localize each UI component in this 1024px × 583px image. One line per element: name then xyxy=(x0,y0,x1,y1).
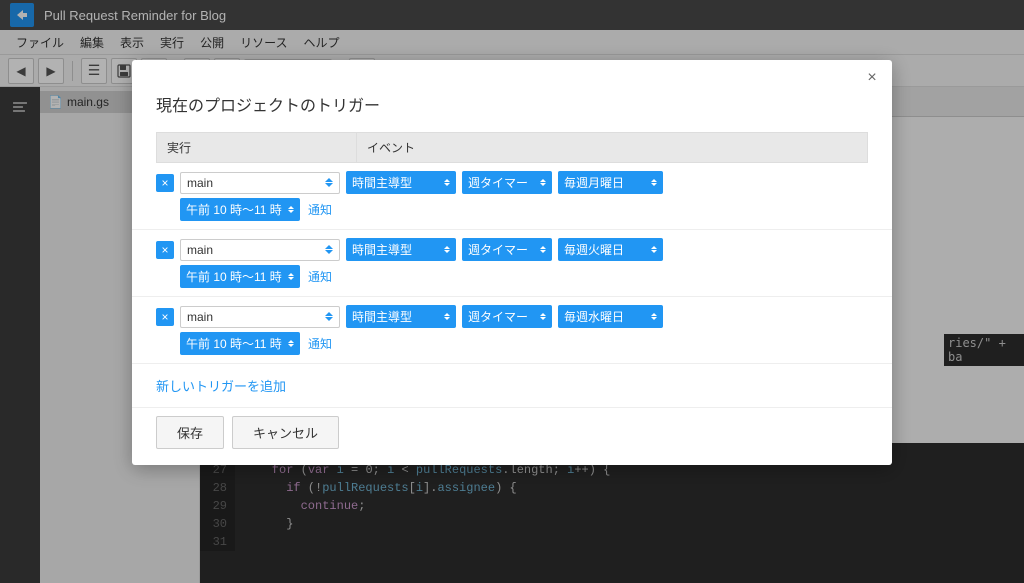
modal-header: × xyxy=(132,60,892,88)
table-header-row: 実行 イベント xyxy=(157,133,868,163)
trigger-1-function-select[interactable]: main xyxy=(180,172,340,194)
trigger-row-3-bottom: 午前 10 時〜11 時 通知 xyxy=(156,332,868,363)
blue-arrows-icon xyxy=(288,340,294,347)
trigger-1-type-select[interactable]: 時間主導型 xyxy=(346,171,456,194)
select-arrows-icon xyxy=(325,245,333,254)
trigger-1-type-label: 時間主導型 xyxy=(352,174,412,191)
trigger-row-1-bottom: 午前 10 時〜11 時 通知 xyxy=(156,198,868,229)
trigger-3-function-label: main xyxy=(187,310,213,324)
blue-arrows-icon xyxy=(651,313,657,320)
triggers-header-table: 実行 イベント xyxy=(156,132,868,163)
modal-overlay: × 現在のプロジェクトのトリガー 実行 イベント × main xyxy=(0,0,1024,583)
trigger-1-delete-button[interactable]: × xyxy=(156,174,174,192)
blue-arrows-icon xyxy=(651,179,657,186)
trigger-row-2-top: × main 時間主導型 xyxy=(156,230,868,265)
save-button[interactable]: 保存 xyxy=(156,416,224,449)
header-exec: 実行 xyxy=(157,133,357,163)
trigger-1-timer-label: 週タイマー xyxy=(468,174,528,191)
blue-arrows-icon xyxy=(288,273,294,280)
trigger-row-2-bottom: 午前 10 時〜11 時 通知 xyxy=(156,265,868,296)
trigger-2-function-select[interactable]: main xyxy=(180,239,340,261)
trigger-row-3-top: × main 時間主導型 xyxy=(156,297,868,332)
trigger-3-day-select[interactable]: 毎週水曜日 xyxy=(558,305,663,328)
trigger-3-time-select[interactable]: 午前 10 時〜11 時 xyxy=(180,332,300,355)
trigger-1-timer-select[interactable]: 週タイマー xyxy=(462,171,552,194)
trigger-2-timer-label: 週タイマー xyxy=(468,241,528,258)
trigger-2-timer-select[interactable]: 週タイマー xyxy=(462,238,552,261)
trigger-2-time-select[interactable]: 午前 10 時〜11 時 xyxy=(180,265,300,288)
trigger-row-2-container: × main 時間主導型 xyxy=(132,230,892,297)
trigger-1-day-select[interactable]: 毎週月曜日 xyxy=(558,171,663,194)
modal-title: 現在のプロジェクトのトリガー xyxy=(132,88,892,132)
trigger-3-type-label: 時間主導型 xyxy=(352,308,412,325)
header-event: イベント xyxy=(357,133,868,163)
blue-arrows-icon xyxy=(651,246,657,253)
trigger-2-time-label: 午前 10 時〜11 時 xyxy=(186,268,282,285)
trigger-2-function-label: main xyxy=(187,243,213,257)
trigger-1-notify-link[interactable]: 通知 xyxy=(308,201,332,218)
cancel-button[interactable]: キャンセル xyxy=(232,416,339,449)
blue-arrows-icon xyxy=(444,246,450,253)
select-arrows-icon xyxy=(325,312,333,321)
trigger-3-function-select[interactable]: main xyxy=(180,306,340,328)
blue-arrows-icon xyxy=(444,313,450,320)
trigger-2-delete-button[interactable]: × xyxy=(156,241,174,259)
trigger-1-function-label: main xyxy=(187,176,213,190)
select-arrows-icon xyxy=(325,178,333,187)
triggers-scroll-area[interactable]: × main 時間主導型 xyxy=(132,163,892,407)
trigger-row-1-top: × main 時間主導型 xyxy=(156,163,868,198)
trigger-3-type-select[interactable]: 時間主導型 xyxy=(346,305,456,328)
trigger-2-type-select[interactable]: 時間主導型 xyxy=(346,238,456,261)
modal-dialog: × 現在のプロジェクトのトリガー 実行 イベント × main xyxy=(132,60,892,465)
trigger-3-day-label: 毎週水曜日 xyxy=(564,308,624,325)
trigger-2-day-select[interactable]: 毎週火曜日 xyxy=(558,238,663,261)
trigger-3-timer-label: 週タイマー xyxy=(468,308,528,325)
trigger-1-time-select[interactable]: 午前 10 時〜11 時 xyxy=(180,198,300,221)
trigger-1-day-label: 毎週月曜日 xyxy=(564,174,624,191)
trigger-2-notify-link[interactable]: 通知 xyxy=(308,268,332,285)
table-header-container: 実行 イベント xyxy=(132,132,892,163)
trigger-2-type-label: 時間主導型 xyxy=(352,241,412,258)
trigger-1-time-label: 午前 10 時〜11 時 xyxy=(186,201,282,218)
blue-arrows-icon xyxy=(540,179,546,186)
trigger-3-timer-select[interactable]: 週タイマー xyxy=(462,305,552,328)
blue-arrows-icon xyxy=(540,313,546,320)
trigger-3-notify-link[interactable]: 通知 xyxy=(308,335,332,352)
blue-arrows-icon xyxy=(444,179,450,186)
trigger-3-time-label: 午前 10 時〜11 時 xyxy=(186,335,282,352)
blue-arrows-icon xyxy=(288,206,294,213)
trigger-row-1-container: × main 時間主導型 xyxy=(132,163,892,230)
add-trigger-link[interactable]: 新しいトリガーを追加 xyxy=(132,364,310,407)
trigger-row-3-container: × main 時間主導型 xyxy=(132,297,892,364)
trigger-2-day-label: 毎週火曜日 xyxy=(564,241,624,258)
trigger-3-delete-button[interactable]: × xyxy=(156,308,174,326)
modal-footer: 保存 キャンセル xyxy=(132,407,892,465)
modal-close-button[interactable]: × xyxy=(862,68,882,88)
blue-arrows-icon xyxy=(540,246,546,253)
